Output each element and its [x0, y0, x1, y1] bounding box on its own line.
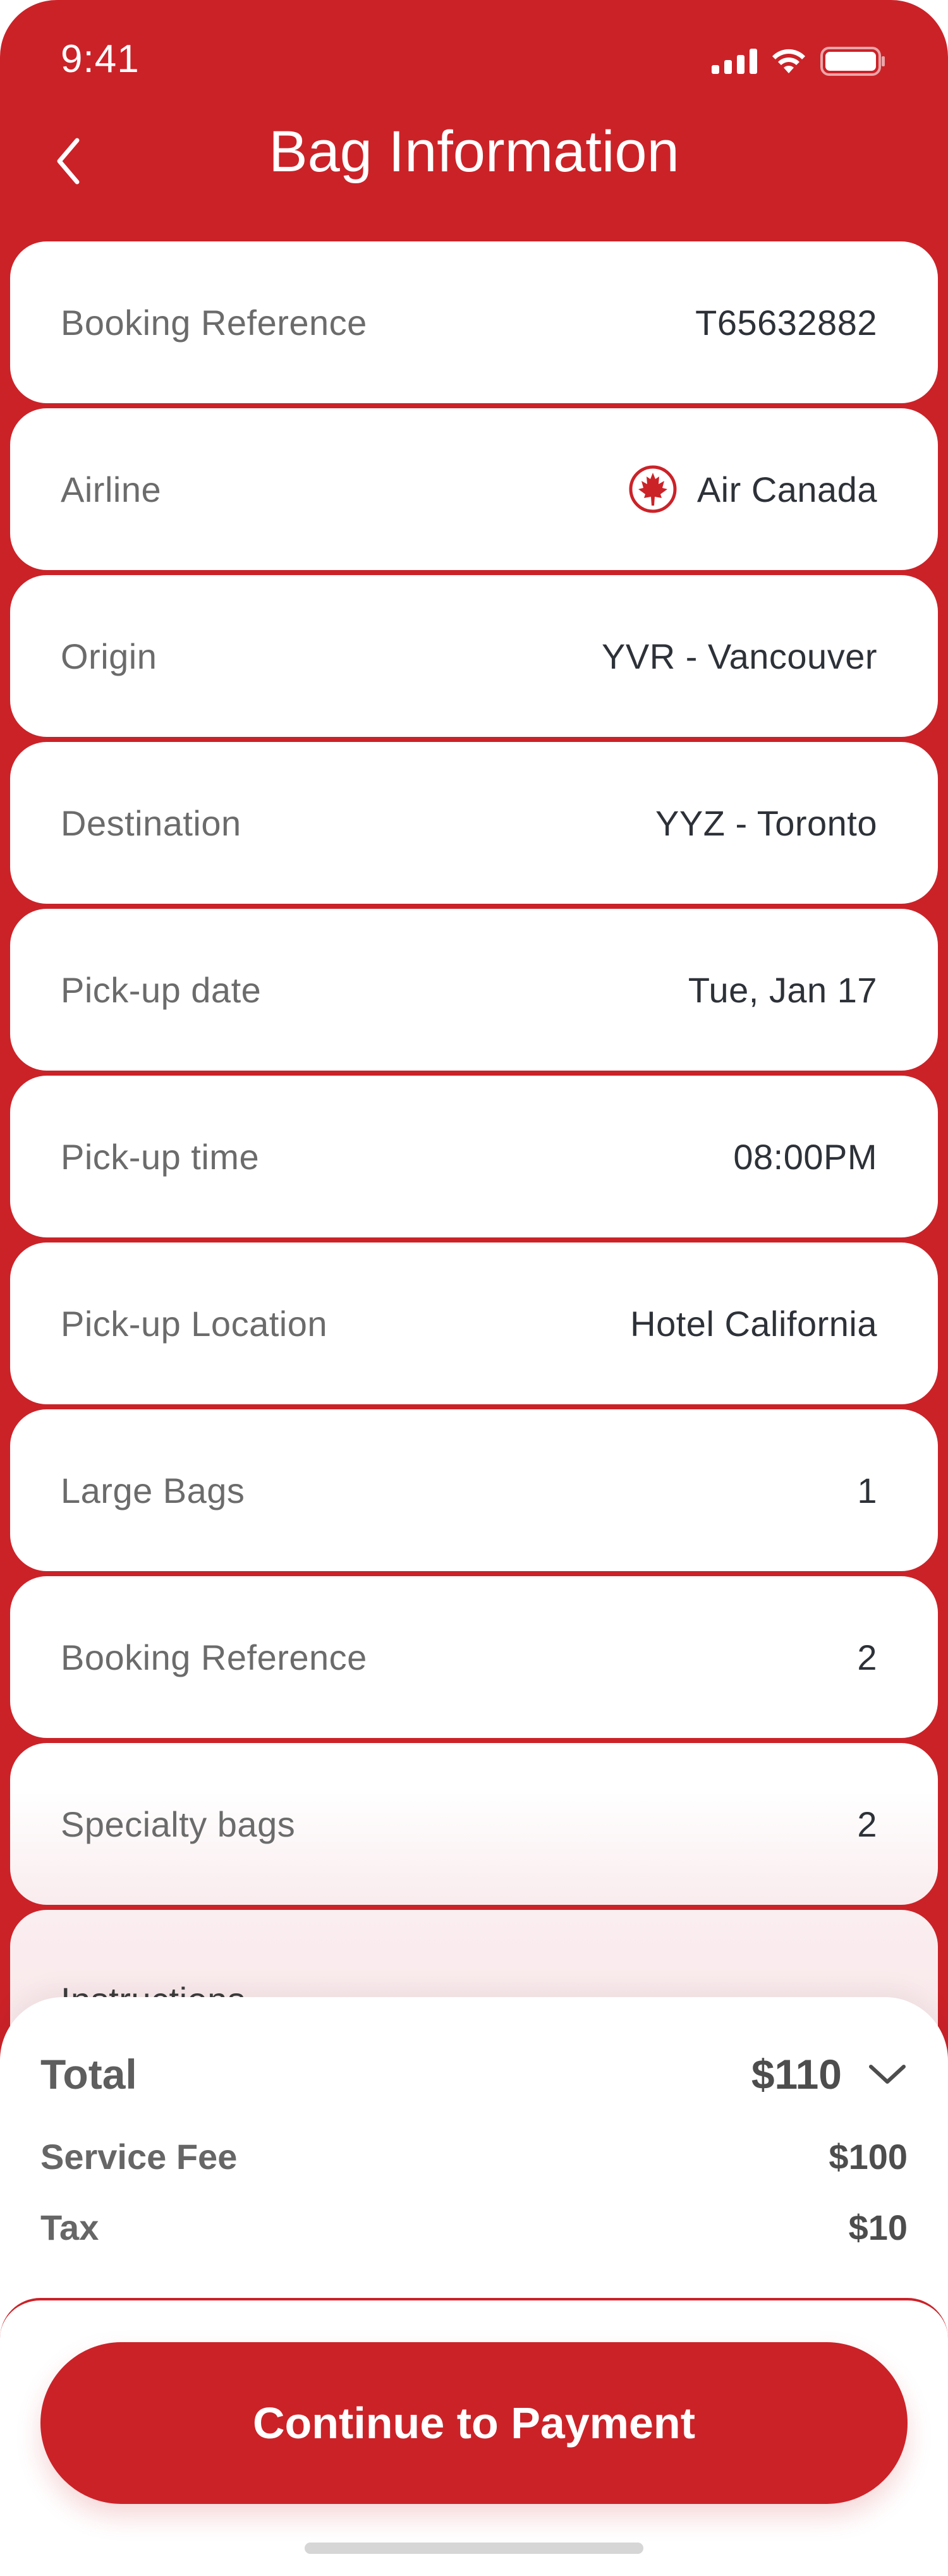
service-fee-label: Service Fee — [40, 2137, 238, 2177]
row-value: Hotel California — [630, 1303, 877, 1344]
sheet-divider — [0, 2298, 948, 2338]
service-fee-value: $100 — [829, 2137, 908, 2177]
row-value: T65632882 — [695, 302, 877, 343]
row-label: Pick-up date — [61, 969, 262, 1010]
row-value-wrap: Air Canada — [628, 464, 877, 514]
row-airline: Airline Air Canada — [10, 408, 938, 570]
home-indicator — [305, 2543, 643, 2554]
row-value: 1 — [857, 1470, 877, 1510]
total-value: $110 — [751, 2051, 842, 2098]
row-label: Pick-up time — [61, 1136, 260, 1177]
row-value: YVR - Vancouver — [602, 636, 877, 676]
row-label: Destination — [61, 803, 241, 843]
status-icons — [712, 47, 886, 76]
continue-to-payment-button[interactable]: Continue to Payment — [40, 2342, 908, 2504]
wifi-icon — [772, 49, 805, 73]
row-label: Booking Reference — [61, 1637, 367, 1677]
row-pickup-date: Pick-up date Tue, Jan 17 — [10, 909, 938, 1071]
row-label: Origin — [61, 636, 157, 676]
row-pickup-location: Pick-up Location Hotel California — [10, 1242, 938, 1404]
row-value: 2 — [857, 1637, 877, 1677]
row-label: Pick-up Location — [61, 1303, 328, 1344]
row-large-bags: Large Bags 1 — [10, 1409, 938, 1571]
total-value-wrap: $110 — [751, 2050, 908, 2098]
row-specialty-bags: Specialty bags 2 — [10, 1743, 938, 1905]
row-destination: Destination YYZ - Toronto — [10, 742, 938, 904]
airline-name: Air Canada — [696, 469, 877, 509]
bag-info-list: Booking Reference T65632882 Airline Air … — [10, 241, 938, 2168]
row-booking-reference-2: Booking Reference 2 — [10, 1576, 938, 1738]
row-label: Specialty bags — [61, 1804, 296, 1844]
row-value: Tue, Jan 17 — [688, 969, 877, 1010]
row-label: Airline — [61, 469, 162, 509]
page-title: Bag Information — [269, 119, 679, 184]
row-label: Large Bags — [61, 1470, 245, 1510]
chevron-down-icon[interactable] — [867, 2062, 908, 2087]
total-row[interactable]: Total $110 — [40, 2050, 908, 2098]
row-pickup-time: Pick-up time 08:00PM — [10, 1076, 938, 1237]
battery-icon — [820, 47, 885, 76]
total-label: Total — [40, 2051, 137, 2098]
row-value: YYZ - Toronto — [655, 803, 877, 843]
air-canada-logo-icon — [629, 465, 677, 513]
service-fee-row: Service Fee $100 — [40, 2136, 908, 2177]
phone-screen: 9:41 Bag Information Booking Reference T… — [0, 0, 948, 2576]
row-value: 08:00PM — [733, 1136, 877, 1177]
payment-summary-sheet: Total $110 Service Fee $100 Tax $10 Cont… — [0, 1997, 948, 2576]
row-origin: Origin YVR - Vancouver — [10, 575, 938, 737]
status-time: 9:41 — [61, 37, 140, 81]
row-label: Booking Reference — [61, 302, 367, 343]
row-booking-reference: Booking Reference T65632882 — [10, 241, 938, 403]
tax-value: $10 — [848, 2208, 908, 2247]
tax-row: Tax $10 — [40, 2207, 908, 2248]
tax-label: Tax — [40, 2208, 99, 2247]
row-value: 2 — [857, 1804, 877, 1844]
signal-icon — [712, 49, 757, 74]
